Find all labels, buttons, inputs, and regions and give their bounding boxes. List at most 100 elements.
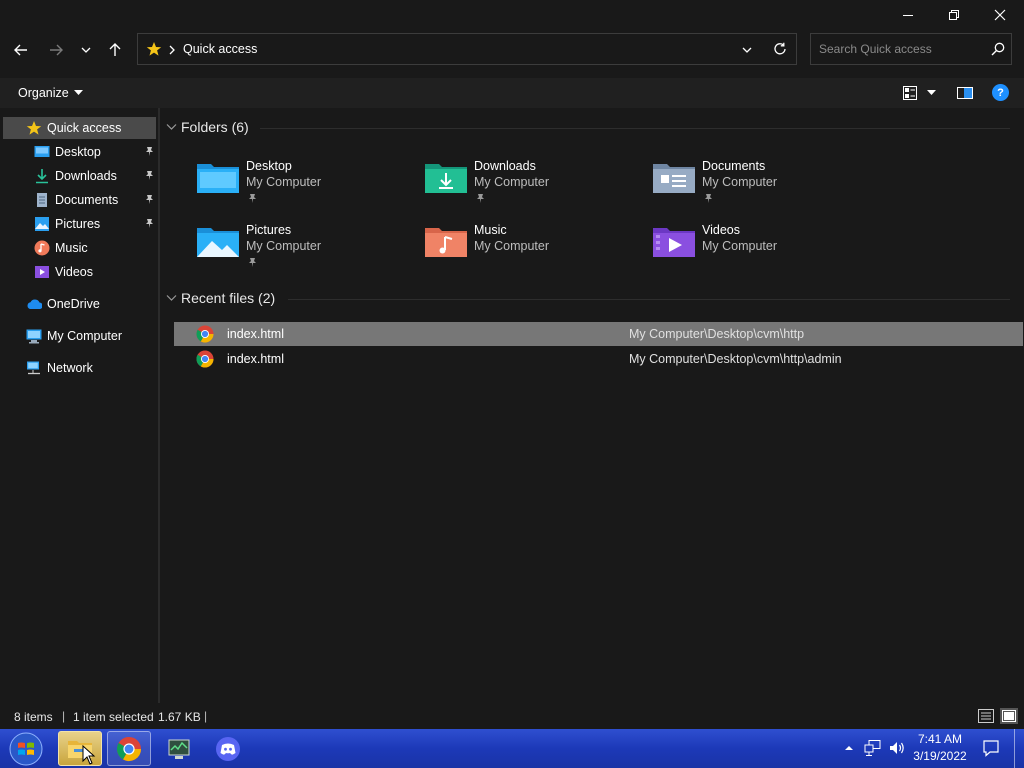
restore-button[interactable] <box>931 0 977 30</box>
show-hidden-icons-button[interactable] <box>842 741 856 755</box>
preview-pane-button[interactable] <box>956 84 974 102</box>
folder-tile-desktop[interactable]: Desktop My Computer <box>196 157 406 213</box>
windows-logo-icon <box>9 732 43 765</box>
nav-item-videos[interactable]: Videos <box>3 261 156 283</box>
help-icon: ? <box>997 86 1004 99</box>
folder-tile-pictures[interactable]: Pictures My Computer <box>196 221 406 277</box>
folder-tile-videos[interactable]: Videos My Computer <box>652 221 862 277</box>
search-icon <box>991 42 1005 56</box>
nav-item-music[interactable]: Music <box>3 237 156 259</box>
details-view-button[interactable] <box>978 709 994 723</box>
recent-locations-button[interactable] <box>72 36 100 64</box>
start-button[interactable] <box>4 731 48 766</box>
status-item-count: 8 items <box>14 710 53 724</box>
nav-item-label: Quick access <box>47 121 122 135</box>
view-tiles-icon <box>903 86 917 100</box>
caret-down-icon <box>73 90 83 95</box>
nav-item-label: OneDrive <box>47 297 100 311</box>
minimize-button[interactable] <box>885 0 931 30</box>
star-icon <box>146 42 162 56</box>
discord-icon <box>216 736 240 761</box>
nav-item-pictures[interactable]: Pictures <box>3 213 156 235</box>
folder-name: Videos <box>702 223 740 237</box>
show-desktop-button[interactable] <box>1014 729 1024 768</box>
group-divider <box>288 299 1010 300</box>
folder-location: My Computer <box>474 175 550 189</box>
pin-icon <box>146 171 153 180</box>
group-divider <box>260 128 1010 129</box>
taskbar-chrome[interactable] <box>107 731 151 766</box>
nav-item-label: Documents <box>55 193 119 207</box>
nav-item-label: Videos <box>55 265 93 279</box>
nav-item-label: Music <box>55 241 88 255</box>
videos-icon <box>35 266 49 278</box>
nav-item-desktop[interactable]: Desktop <box>3 141 156 163</box>
chrome-icon <box>196 350 214 368</box>
breadcrumb-quick-access[interactable]: Quick access <box>183 42 257 56</box>
search-input[interactable] <box>819 41 979 57</box>
taskbar-discord[interactable] <box>206 731 250 766</box>
address-bar[interactable]: Quick access <box>137 33 797 65</box>
nav-item-documents[interactable]: Documents <box>3 189 156 211</box>
back-button[interactable] <box>7 36 35 64</box>
nav-item-network[interactable]: Network <box>3 357 156 379</box>
up-button[interactable] <box>101 36 129 64</box>
nav-item-downloads[interactable]: Downloads <box>3 165 156 187</box>
pin-icon <box>249 258 256 267</box>
volume-button[interactable] <box>888 739 906 757</box>
pin-icon <box>705 194 712 203</box>
file-path: My Computer\Desktop\cvm\http <box>629 327 805 341</box>
chevron-down-icon[interactable] <box>741 44 753 56</box>
large-icons-view-icon <box>1002 710 1016 722</box>
help-button[interactable]: ? <box>992 84 1009 101</box>
arrow-up-icon <box>109 43 121 56</box>
pin-icon <box>477 194 484 203</box>
large-icons-view-button[interactable] <box>1000 708 1018 724</box>
preview-pane-icon <box>957 87 973 99</box>
taskbar-app[interactable] <box>157 731 201 766</box>
nav-item-onedrive[interactable]: OneDrive <box>3 293 156 315</box>
close-icon <box>994 9 1006 21</box>
nav-item-label: Desktop <box>55 145 101 159</box>
search-box[interactable] <box>810 33 1012 65</box>
file-name: index.html <box>227 327 284 341</box>
folder-name: Downloads <box>474 159 536 173</box>
content-pane: Folders (6) Desktop My Computer Download… <box>160 108 1024 703</box>
close-button[interactable] <box>977 0 1023 30</box>
status-separator: | <box>204 709 208 723</box>
restore-icon <box>949 10 959 20</box>
status-size: 1.67 KB <box>158 710 201 724</box>
desktop-folder-icon <box>197 164 239 193</box>
change-view-button[interactable] <box>900 84 940 102</box>
file-path: My Computer\Desktop\cvm\http\admin <box>629 352 842 366</box>
caret-down-icon <box>927 90 936 95</box>
arrow-right-icon <box>50 44 63 56</box>
chevron-down-icon <box>81 47 91 53</box>
notification-icon <box>983 740 999 757</box>
pin-icon <box>146 147 153 156</box>
refresh-icon[interactable] <box>773 42 787 56</box>
recent-file-row[interactable]: index.html My Computer\Desktop\cvm\http <box>174 322 1023 346</box>
cloud-icon <box>27 299 42 309</box>
recent-file-row[interactable]: index.html My Computer\Desktop\cvm\http\… <box>174 347 1023 371</box>
network-tray-button[interactable] <box>864 739 882 757</box>
organize-button[interactable]: Organize <box>10 83 90 103</box>
download-icon <box>36 169 48 184</box>
nav-item-quick-access[interactable]: Quick access <box>3 117 156 139</box>
clock[interactable]: 7:41 AM 3/19/2022 <box>908 732 972 763</box>
recent-files-group-header[interactable]: Recent files (2) <box>166 290 275 306</box>
organize-label: Organize <box>18 86 69 100</box>
pin-icon <box>146 195 153 204</box>
action-center-button[interactable] <box>982 739 1000 757</box>
videos-folder-icon <box>653 228 695 257</box>
folder-tile-music[interactable]: Music My Computer <box>424 221 634 277</box>
folders-group-header[interactable]: Folders (6) <box>166 119 249 135</box>
nav-item-my-computer[interactable]: My Computer <box>3 325 156 347</box>
folder-tile-downloads[interactable]: Downloads My Computer <box>424 157 634 213</box>
folder-tile-documents[interactable]: Documents My Computer <box>652 157 862 213</box>
pictures-folder-icon <box>197 228 239 257</box>
pictures-icon <box>35 217 49 231</box>
forward-button[interactable] <box>42 36 70 64</box>
music-folder-icon <box>425 228 467 257</box>
mouse-cursor-icon <box>82 745 96 765</box>
